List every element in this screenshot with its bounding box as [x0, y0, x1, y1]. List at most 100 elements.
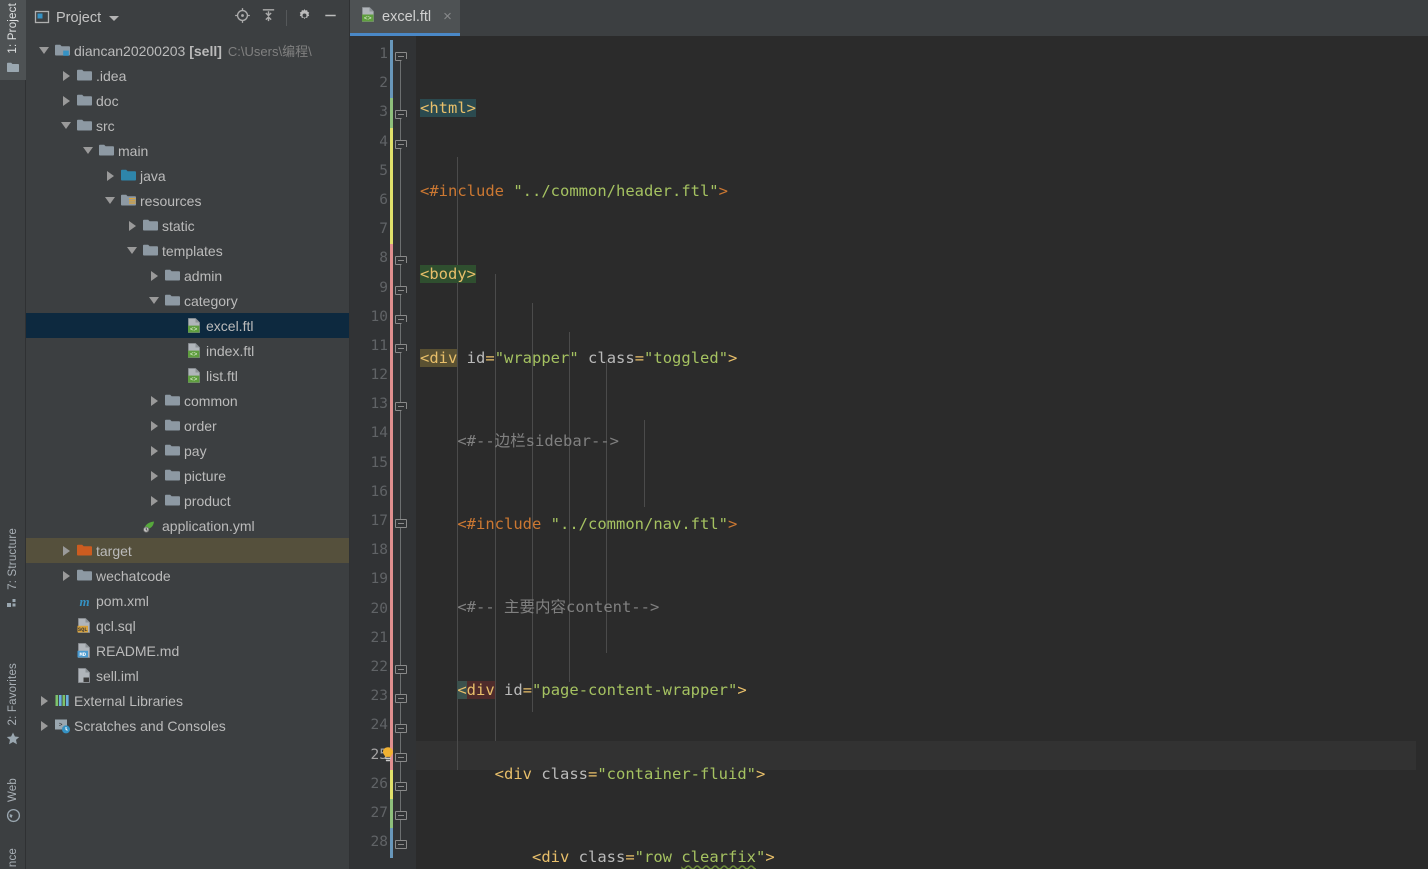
tree-node-doc[interactable]: doc	[26, 88, 349, 113]
tree-node-main[interactable]: main	[26, 138, 349, 163]
editor-tab-excel-ftl[interactable]: <> excel.ftl ×	[350, 0, 460, 36]
chevron-collapsed-icon[interactable]	[58, 71, 74, 81]
tool-window-button-favorites-label: 2: Favorites	[7, 660, 19, 728]
tool-window-button-project[interactable]: 1: Project	[0, 0, 26, 80]
fold-toggle-line-25[interactable]	[395, 753, 408, 766]
chevron-collapsed-icon[interactable]	[58, 96, 74, 106]
fold-toggle-line-13[interactable]	[395, 402, 408, 415]
chevron-collapsed-icon[interactable]	[124, 221, 140, 231]
line-number-17: 17	[350, 507, 388, 536]
fold-toggle-line-4[interactable]	[395, 140, 408, 153]
chevron-collapsed-icon[interactable]	[146, 271, 162, 281]
editor-gutter[interactable]: 1234567891011121314151617181920212223242…	[350, 36, 416, 869]
tree-node-resources[interactable]: resources	[26, 188, 349, 213]
tree-node-module-tag: [sell]	[185, 43, 222, 59]
fold-toggle-line-28[interactable]	[395, 840, 408, 853]
code-line-7: <#-- 主要内容content-->	[416, 593, 1428, 622]
tree-node-excel-ftl[interactable]: <>excel.ftl	[26, 313, 349, 338]
chevron-collapsed-icon[interactable]	[146, 421, 162, 431]
tree-node-label: sell.iml	[94, 668, 139, 684]
fold-toggle-line-3[interactable]	[395, 110, 408, 123]
locate-icon[interactable]	[234, 7, 251, 29]
intention-bulb-icon[interactable]	[380, 746, 396, 764]
fold-toggle-line-24[interactable]	[395, 724, 408, 737]
chevron-down-icon[interactable]	[109, 16, 119, 21]
code-viewport[interactable]: <html> <#include "../common/header.ftl">…	[416, 36, 1428, 869]
tree-node-templates[interactable]: templates	[26, 238, 349, 263]
tree-node-scratches-and-consoles[interactable]: >_Scratches and Consoles	[26, 713, 349, 738]
tree-node-application-yml[interactable]: application.yml	[26, 513, 349, 538]
line-number-column: 1234567891011121314151617181920212223242…	[350, 36, 388, 857]
tool-window-button-persistence[interactable]: nce	[0, 845, 26, 869]
tree-node-wechatcode[interactable]: wechatcode	[26, 563, 349, 588]
collapse-all-icon[interactable]	[260, 7, 277, 29]
tree-node-admin[interactable]: admin	[26, 263, 349, 288]
tree-node-path: C:\Users\编程\	[222, 44, 312, 59]
folder-icon	[74, 93, 94, 108]
editor-body: 1234567891011121314151617181920212223242…	[350, 36, 1428, 869]
chevron-expanded-icon[interactable]	[36, 47, 52, 54]
tree-node-sell-iml[interactable]: sell.iml	[26, 663, 349, 688]
tool-window-button-structure[interactable]: 7: Structure	[0, 525, 26, 616]
tree-node-external-libraries[interactable]: External Libraries	[26, 688, 349, 713]
left-tool-strip: 1: Project 7: Structure 2: Favorites W	[0, 0, 26, 869]
line-number-12: 12	[350, 361, 388, 390]
tree-node-category[interactable]: category	[26, 288, 349, 313]
chevron-expanded-icon[interactable]	[102, 197, 118, 204]
tool-window-button-favorites[interactable]: 2: Favorites	[0, 660, 26, 754]
close-icon[interactable]: ×	[443, 9, 452, 24]
tree-node-target[interactable]: target	[26, 538, 349, 563]
tree-node-common[interactable]: common	[26, 388, 349, 413]
fold-toggle-line-9[interactable]	[395, 286, 408, 299]
chevron-collapsed-icon[interactable]	[146, 446, 162, 456]
chevron-collapsed-icon[interactable]	[58, 546, 74, 556]
tree-node-static[interactable]: static	[26, 213, 349, 238]
tree-node--idea[interactable]: .idea	[26, 63, 349, 88]
tree-node-qcl-sql[interactable]: SQLqcl.sql	[26, 613, 349, 638]
folder-icon	[140, 243, 160, 258]
chevron-collapsed-icon[interactable]	[58, 571, 74, 581]
fold-toggle-line-17[interactable]	[395, 519, 408, 532]
tree-node-pay[interactable]: pay	[26, 438, 349, 463]
fold-toggle-line-8[interactable]	[395, 256, 408, 269]
project-view-selector[interactable]: Project	[34, 9, 119, 28]
tree-node-picture[interactable]: picture	[26, 463, 349, 488]
chevron-expanded-icon[interactable]	[124, 247, 140, 254]
tree-node-diancan20200203[interactable]: diancan20200203 [sell]C:\Users\编程\	[26, 38, 349, 63]
chevron-collapsed-icon[interactable]	[146, 471, 162, 481]
chevron-collapsed-icon[interactable]	[36, 721, 52, 731]
tree-node-src[interactable]: src	[26, 113, 349, 138]
chevron-collapsed-icon[interactable]	[146, 496, 162, 506]
code-folding-column[interactable]	[390, 40, 416, 869]
tool-window-button-web-label: Web	[7, 775, 19, 805]
chevron-expanded-icon[interactable]	[146, 297, 162, 304]
fold-toggle-line-11[interactable]	[395, 344, 408, 357]
tree-node-order[interactable]: order	[26, 413, 349, 438]
folder-icon	[162, 293, 182, 308]
fold-toggle-line-23[interactable]	[395, 694, 408, 707]
tree-node-pom-xml[interactable]: mpom.xml	[26, 588, 349, 613]
fold-toggle-line-10[interactable]	[395, 315, 408, 328]
source-code[interactable]: <html> <#include "../common/header.ftl">…	[416, 36, 1428, 869]
chevron-collapsed-icon[interactable]	[36, 696, 52, 706]
fold-toggle-line-27[interactable]	[395, 811, 408, 824]
chevron-expanded-icon[interactable]	[58, 122, 74, 129]
tool-window-button-web[interactable]: Web	[0, 775, 26, 830]
tree-node-list-ftl[interactable]: <>list.ftl	[26, 363, 349, 388]
hide-icon[interactable]	[322, 7, 339, 29]
chevron-collapsed-icon[interactable]	[146, 396, 162, 406]
toolbar-separator	[286, 10, 287, 26]
fold-toggle-line-22[interactable]	[395, 665, 408, 678]
tree-node-readme-md[interactable]: MDREADME.md	[26, 638, 349, 663]
tree-node-product[interactable]: product	[26, 488, 349, 513]
tree-node-index-ftl[interactable]: <>index.ftl	[26, 338, 349, 363]
chevron-expanded-icon[interactable]	[80, 147, 96, 154]
tree-node-java[interactable]: java	[26, 163, 349, 188]
folder-icon	[74, 68, 94, 83]
fold-toggle-line-1[interactable]	[395, 52, 408, 65]
chevron-collapsed-icon[interactable]	[102, 171, 118, 181]
project-tree[interactable]: diancan20200203 [sell]C:\Users\编程\.idead…	[26, 36, 349, 869]
fold-toggle-line-26[interactable]	[395, 782, 408, 795]
star-icon	[5, 731, 21, 752]
gear-icon[interactable]	[296, 7, 313, 29]
